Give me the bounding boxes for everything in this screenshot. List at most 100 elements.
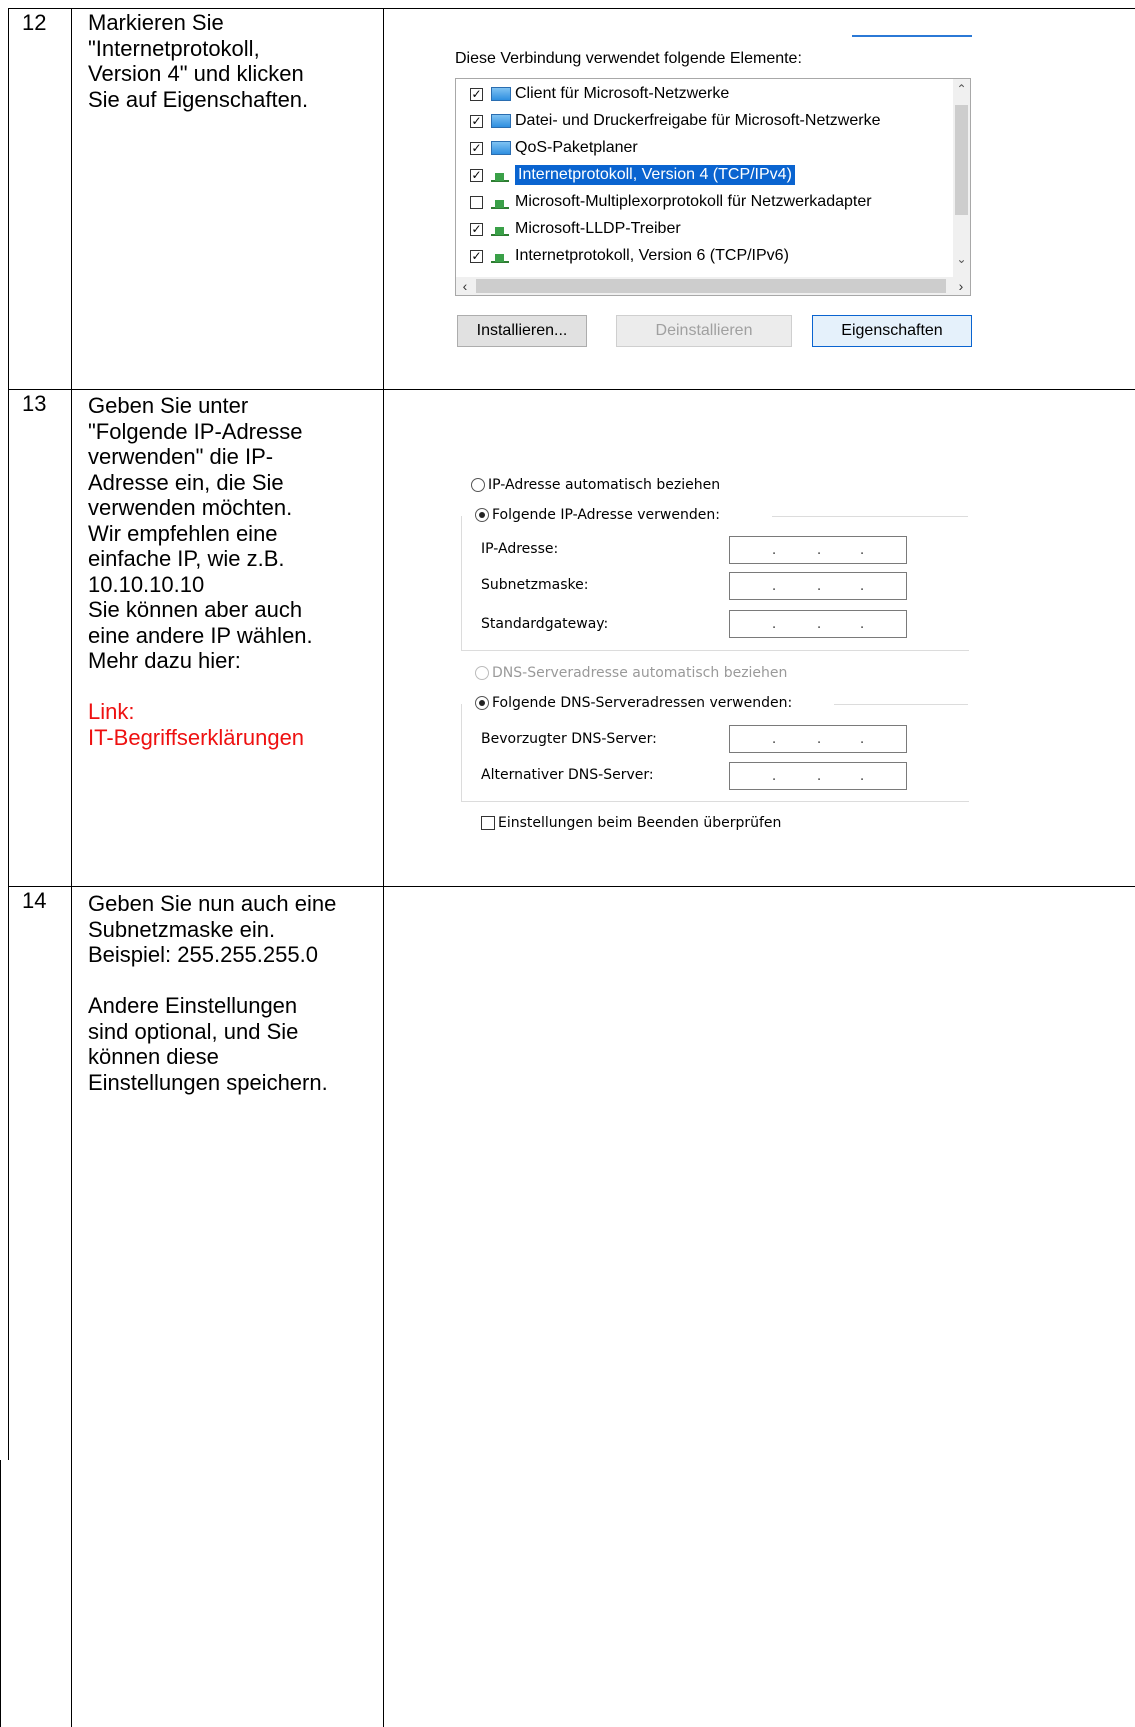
dns-auto-option: DNS-Serveradresse automatisch beziehen bbox=[475, 665, 787, 681]
validate-on-exit-label: Einstellungen beim Beenden überprüfen bbox=[498, 815, 782, 831]
chevron-up-icon[interactable]: ⌃ bbox=[953, 81, 970, 97]
instruction-line: verwenden möchten. bbox=[88, 495, 293, 520]
gateway-label: Standardgateway: bbox=[481, 616, 609, 632]
instruction-line: Geben Sie unter bbox=[88, 393, 249, 418]
network-client-icon bbox=[491, 87, 511, 101]
step-instruction: Geben Sie unter "Folgende IP-Adresse ver… bbox=[88, 393, 378, 750]
dns-manual-option[interactable]: Folgende DNS-Serveradressen verwenden: bbox=[475, 695, 801, 711]
list-item-label: Microsoft-LLDP-Treiber bbox=[515, 220, 681, 237]
chevron-right-icon[interactable]: › bbox=[952, 277, 970, 295]
ip-auto-label: IP-Adresse automatisch beziehen bbox=[488, 477, 721, 493]
radio-button[interactable] bbox=[475, 508, 489, 522]
checkbox[interactable] bbox=[470, 195, 483, 209]
glossary-link[interactable]: IT-Begriffserklärungen bbox=[88, 725, 378, 751]
instruction-line: eine andere IP wählen. bbox=[88, 622, 313, 648]
chevron-down-icon[interactable]: ⌄ bbox=[953, 251, 970, 267]
protocol-icon bbox=[491, 194, 511, 210]
instruction-line: Markieren Sie bbox=[88, 10, 224, 35]
instruction-line: verwenden" die IP- bbox=[88, 444, 274, 469]
radio-button[interactable] bbox=[475, 696, 489, 710]
table-top-border bbox=[8, 8, 1135, 9]
list-item[interactable]: ✓ Microsoft-LLDP-Treiber bbox=[470, 217, 681, 241]
list-item[interactable]: ✓ Internetprotokoll, Version 6 (TCP/IPv6… bbox=[470, 244, 789, 268]
instruction-line: "Internetprotokoll, bbox=[88, 35, 260, 61]
instruction-line: Subnetzmaske ein. bbox=[88, 916, 276, 942]
instruction-line: einfache IP, wie z.B. bbox=[88, 546, 285, 571]
checkbox[interactable]: ✓ bbox=[470, 87, 483, 101]
instruction-line: Beispiel: 255.255.255.0 bbox=[88, 942, 318, 967]
step-instruction: Geben Sie nun auch eine Subnetzmaske ein… bbox=[88, 891, 378, 1095]
instruction-line: Adresse ein, die Sie bbox=[88, 469, 284, 495]
ip-address-label: IP-Adresse: bbox=[481, 541, 559, 557]
instruction-line: Einstellungen speichern. bbox=[88, 1069, 328, 1095]
checkbox[interactable] bbox=[481, 816, 495, 830]
checkbox[interactable]: ✓ bbox=[470, 249, 483, 263]
step-number: 12 bbox=[22, 10, 47, 35]
components-listbox[interactable]: ✓ Client für Microsoft-Netzwerke ✓ Datei… bbox=[455, 78, 971, 296]
row-divider-12-13 bbox=[8, 389, 1135, 390]
dns-alternate-label: Alternativer DNS-Server: bbox=[481, 767, 654, 783]
instruction-line: 10.10.10.10 bbox=[88, 571, 205, 597]
list-item-label: Internetprotokoll, Version 6 (TCP/IPv6) bbox=[515, 247, 789, 264]
subnet-mask-field[interactable]: ... bbox=[729, 572, 907, 600]
instruction-line: sind optional, und Sie bbox=[88, 1018, 299, 1044]
properties-button[interactable]: Eigenschaften bbox=[812, 315, 972, 347]
list-item-label: Client für Microsoft-Netzwerke bbox=[515, 85, 730, 102]
checkbox[interactable]: ✓ bbox=[470, 222, 483, 236]
ip-address-field[interactable]: ... bbox=[729, 536, 907, 564]
list-item[interactable]: ✓ QoS-Paketplaner bbox=[470, 136, 638, 160]
list-item-label: Internetprotokoll, Version 4 (TCP/IPv4) bbox=[515, 165, 795, 185]
table-left-border bbox=[8, 8, 9, 1460]
dns-preferred-field[interactable]: ... bbox=[729, 725, 907, 753]
vertical-scroll-thumb[interactable] bbox=[955, 105, 968, 215]
checkbox[interactable]: ✓ bbox=[470, 168, 483, 182]
uninstall-button: Deinstallieren bbox=[616, 315, 792, 347]
subnet-label: Subnetzmaske: bbox=[481, 577, 589, 593]
list-item-label: Datei- und Druckerfreigabe für Microsoft… bbox=[515, 112, 881, 129]
checkbox[interactable]: ✓ bbox=[470, 141, 483, 155]
instruction-line: Sie können aber auch bbox=[88, 597, 303, 622]
step-instruction: Markieren Sie "Internetprotokoll, Versio… bbox=[88, 10, 378, 112]
dns-alternate-field[interactable]: ... bbox=[729, 762, 907, 790]
ip-auto-option[interactable]: IP-Adresse automatisch beziehen bbox=[471, 477, 720, 493]
network-client-icon bbox=[491, 141, 511, 155]
radio-button[interactable] bbox=[471, 478, 485, 492]
step-number: 14 bbox=[22, 888, 47, 913]
instruction-line: Mehr dazu hier: bbox=[88, 648, 241, 673]
list-item-label: Microsoft-Multiplexorprotokoll für Netzw… bbox=[515, 193, 872, 210]
text-column-divider bbox=[383, 8, 384, 1727]
instruction-line: "Folgende IP-Adresse bbox=[88, 418, 303, 444]
horizontal-scrollbar[interactable]: ‹ › bbox=[456, 277, 970, 295]
instruction-line: können diese bbox=[88, 1044, 219, 1069]
instruction-line: Wir empfehlen eine bbox=[88, 520, 278, 546]
table-left-border-lower bbox=[0, 1460, 1, 1727]
list-item-label: QoS-Paketplaner bbox=[515, 139, 638, 156]
row-divider-13-14 bbox=[8, 886, 1135, 887]
dialog-accent-bar bbox=[852, 35, 972, 37]
ip-manual-label: Folgende IP-Adresse verwenden: bbox=[492, 507, 720, 523]
list-item[interactable]: Microsoft-Multiplexorprotokoll für Netzw… bbox=[470, 190, 872, 214]
protocol-icon bbox=[491, 167, 511, 183]
list-item[interactable]: ✓ Datei- und Druckerfreigabe für Microso… bbox=[470, 109, 880, 133]
protocol-icon bbox=[491, 221, 511, 237]
dns-preferred-label: Bevorzugter DNS-Server: bbox=[481, 731, 657, 747]
horizontal-scroll-thumb[interactable] bbox=[476, 279, 946, 293]
chevron-left-icon[interactable]: ‹ bbox=[456, 277, 474, 295]
step-number: 13 bbox=[22, 391, 47, 416]
vertical-scrollbar[interactable]: ⌃ ⌄ bbox=[953, 79, 970, 277]
list-item[interactable]: ✓ Client für Microsoft-Netzwerke bbox=[470, 82, 729, 106]
ip-manual-option[interactable]: Folgende IP-Adresse verwenden: bbox=[475, 507, 728, 523]
instruction-line: Andere Einstellungen bbox=[88, 993, 298, 1018]
install-button[interactable]: Installieren... bbox=[457, 315, 587, 347]
number-column-divider bbox=[71, 8, 72, 1727]
instruction-line: Geben Sie nun auch eine bbox=[88, 891, 337, 916]
checkbox[interactable]: ✓ bbox=[470, 114, 483, 128]
gateway-field[interactable]: ... bbox=[729, 610, 907, 638]
instruction-line: Version 4" und klicken bbox=[88, 61, 304, 86]
network-client-icon bbox=[491, 114, 511, 128]
validate-on-exit-option[interactable]: Einstellungen beim Beenden überprüfen bbox=[481, 815, 781, 831]
dns-manual-label: Folgende DNS-Serveradressen verwenden: bbox=[492, 695, 793, 711]
list-item-selected[interactable]: ✓ Internetprotokoll, Version 4 (TCP/IPv4… bbox=[470, 163, 795, 187]
